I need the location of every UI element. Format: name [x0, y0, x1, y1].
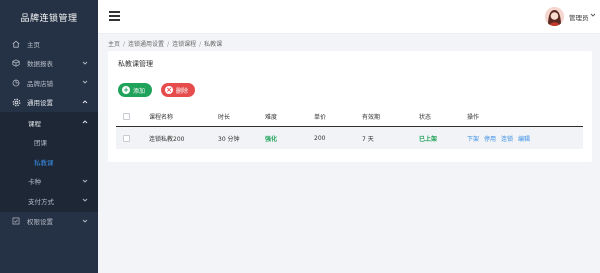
sidebar-item-label: 品牌店铺: [27, 79, 53, 88]
unlist-link[interactable]: 下架: [467, 134, 479, 143]
col-header-status[interactable]: 状态: [419, 106, 431, 126]
cell-price: 200: [314, 134, 326, 142]
chevron-down-icon: [82, 197, 88, 205]
sidebar-item-settings[interactable]: 通用设置: [0, 93, 98, 113]
sidebar-item-label: 主页: [27, 40, 40, 49]
gear-icon: [11, 97, 21, 107]
cell-validity: 7 天: [362, 135, 374, 143]
course-table: 课程名称 时长 难度 单价 有效期 状态 操作 连锁私教200 30 分钟 强化…: [116, 106, 583, 149]
sidebar-item-group-class[interactable]: 团课: [0, 133, 98, 153]
delete-button-label: 删除: [176, 87, 189, 95]
table-header: 课程名称 时长 难度 单价 有效期 状态 操作: [116, 106, 583, 127]
sidebar-item-course[interactable]: 课程: [0, 113, 98, 133]
brand-title: 品牌连锁管理: [20, 13, 78, 24]
sidebar: 品牌连锁管理 主页 数据报表 品牌店铺 通用设置 课程 团课 私教课 卡种 支付…: [0, 0, 98, 273]
cell-duration: 30 分钟: [218, 135, 240, 143]
col-header-difficulty[interactable]: 难度: [265, 106, 277, 126]
pie-icon: [11, 78, 21, 88]
breadcrumb: 主页 / 连锁通用设置 / 连锁课程 / 私教课: [108, 41, 223, 48]
menu-toggle-icon[interactable]: [109, 11, 120, 22]
top-bar: 管理员: [98, 0, 600, 34]
home-icon: [11, 39, 21, 49]
settings-submenu: 课程 团课 私教课 卡种 支付方式: [0, 112, 98, 212]
delete-button[interactable]: × 删除: [161, 83, 196, 97]
col-header-name[interactable]: 课程名称: [149, 106, 173, 126]
sidebar-item-label: 支付方式: [28, 197, 54, 206]
sidebar-item-payment[interactable]: 支付方式: [0, 191, 98, 211]
check-square-icon: [11, 216, 21, 226]
sidebar-item-permissions[interactable]: 权限设置: [0, 212, 98, 232]
select-all-checkbox[interactable]: [123, 112, 130, 120]
sidebar-item-label: 课程: [28, 119, 41, 128]
private-class-card: 私教课管理 + 添加 × 删除 课程名称 时长 难度 单价 有效期 状态 操作 …: [108, 51, 592, 162]
edit-link[interactable]: 编辑: [518, 134, 530, 143]
status-badge: 已上架: [419, 135, 438, 143]
row-actions: 下架 停用 连锁 编辑: [467, 127, 535, 149]
col-header-price[interactable]: 单价: [314, 106, 326, 126]
add-button-label: 添加: [133, 87, 146, 95]
breadcrumb-item-home[interactable]: 主页: [108, 41, 120, 48]
sidebar-item-card-types[interactable]: 卡种: [0, 172, 98, 192]
table-row[interactable]: 连锁私教200 30 分钟 强化 200 7 天 已上架 下架 停用 连锁 编辑: [116, 127, 583, 149]
cube-icon: [11, 58, 21, 68]
sidebar-item-label: 团课: [34, 139, 47, 148]
sidebar-item-home[interactable]: 主页: [0, 34, 98, 54]
cell-difficulty: 强化: [265, 135, 278, 143]
chevron-up-icon: [82, 119, 88, 127]
breadcrumb-item-common-settings[interactable]: 连锁通用设置: [128, 41, 164, 48]
chevron-down-icon[interactable]: [590, 12, 596, 20]
col-header-actions: 操作: [467, 113, 480, 121]
col-header-duration[interactable]: 时长: [218, 106, 230, 126]
chevron-down-icon: [82, 60, 88, 68]
chevron-down-icon: [82, 79, 88, 87]
chain-link[interactable]: 连锁: [501, 134, 513, 143]
sidebar-item-label: 权限设置: [27, 218, 53, 227]
avatar[interactable]: [545, 7, 564, 26]
user-name[interactable]: 管理员: [569, 12, 589, 22]
page-title: 私教课管理: [118, 60, 153, 68]
chevron-up-icon: [82, 99, 88, 107]
breadcrumb-item-courses[interactable]: 连锁课程: [172, 41, 196, 48]
plus-icon: +: [122, 86, 130, 94]
sidebar-item-label: 卡种: [28, 178, 41, 187]
sidebar-item-reports[interactable]: 数据报表: [0, 54, 98, 74]
sidebar-item-label: 数据报表: [27, 60, 53, 69]
chevron-down-icon: [82, 178, 88, 186]
sidebar-item-private-class[interactable]: 私教课: [0, 152, 98, 172]
sidebar-item-label: 通用设置: [27, 99, 53, 108]
sidebar-item-label: 私教课: [34, 158, 54, 167]
add-button[interactable]: + 添加: [118, 83, 153, 97]
cell-name: 连锁私教200: [149, 135, 185, 143]
row-checkbox[interactable]: [123, 134, 130, 142]
col-header-validity[interactable]: 有效期: [362, 106, 380, 126]
disable-link[interactable]: 停用: [484, 134, 496, 143]
chevron-down-icon: [82, 218, 88, 226]
breadcrumb-item-current: 私教课: [204, 41, 223, 48]
sidebar-item-stores[interactable]: 品牌店铺: [0, 73, 98, 93]
close-icon: ×: [165, 86, 173, 94]
